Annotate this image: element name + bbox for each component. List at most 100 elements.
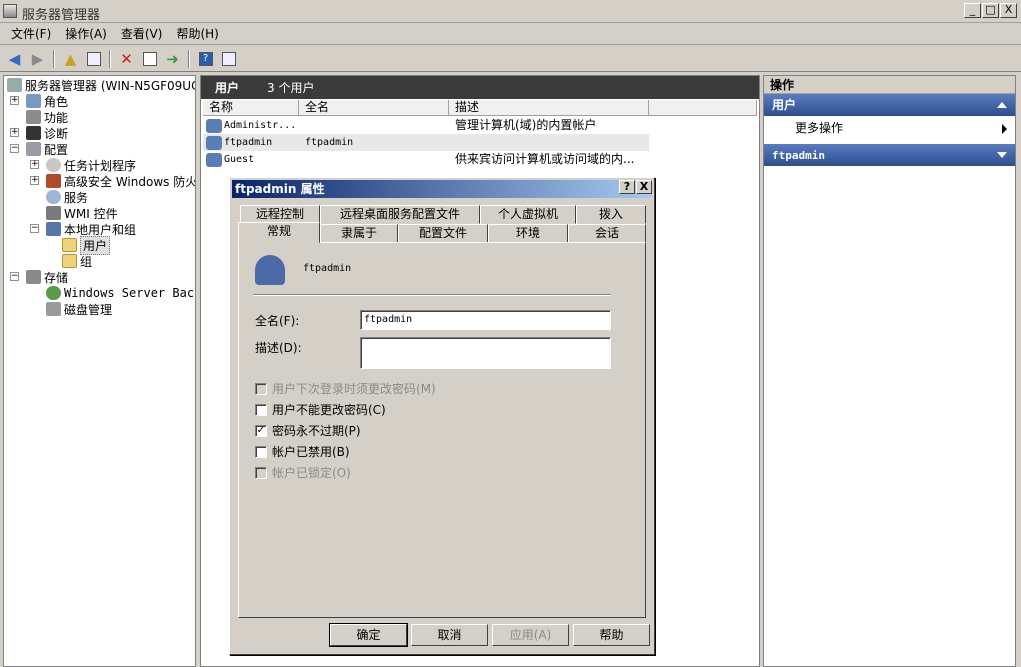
- pane-title: 用户: [215, 81, 240, 95]
- checkbox-box[interactable]: [255, 445, 267, 458]
- forward-icon[interactable]: ▶: [27, 49, 48, 69]
- menu-bar: 文件(F) 操作(A) 查看(V) 帮助(H): [0, 23, 1021, 45]
- tab-rds-profile[interactable]: 远程桌面服务配置文件: [320, 205, 480, 224]
- up-folder-icon[interactable]: ▲: [60, 49, 81, 69]
- checkbox-account-locked[interactable]: 帐户已锁定(O): [255, 464, 351, 481]
- more-actions-item[interactable]: 更多操作: [764, 116, 1015, 140]
- expand-icon[interactable]: +: [10, 96, 19, 105]
- apply-button[interactable]: 应用(A): [492, 624, 569, 646]
- checkbox-password-never-expires[interactable]: ✓ 密码永不过期(P): [255, 422, 361, 439]
- ok-button[interactable]: 确定: [329, 623, 408, 647]
- tree-node-diagnostics[interactable]: + 诊断: [8, 125, 68, 141]
- panel-icon[interactable]: [218, 49, 239, 69]
- checkbox-must-change-password[interactable]: 用户下次登录时须更改密码(M): [255, 380, 436, 397]
- clock-icon: [46, 158, 61, 172]
- tree-node-disk-mgmt[interactable]: 磁盘管理: [28, 301, 112, 317]
- disabled-user-icon: [206, 152, 222, 167]
- tab-general[interactable]: 常规: [238, 222, 320, 243]
- back-icon[interactable]: ◀: [4, 49, 25, 69]
- collapse-icon[interactable]: −: [10, 144, 19, 153]
- expand-icon[interactable]: +: [30, 176, 39, 185]
- tree-node-task-scheduler[interactable]: + 任务计划程序: [28, 157, 136, 173]
- tab-profile[interactable]: 配置文件: [398, 224, 488, 243]
- collapse-section-icon[interactable]: [997, 102, 1007, 108]
- dialog-titlebar: ftpadmin 属性: [232, 180, 652, 198]
- export-icon[interactable]: ➜: [162, 49, 183, 69]
- server-manager-icon: [3, 4, 17, 18]
- actions-section-ftpadmin[interactable]: ftpadmin: [764, 144, 1015, 166]
- delete-icon[interactable]: ✕: [116, 49, 137, 69]
- description-field[interactable]: [360, 337, 611, 369]
- users-group-icon: [46, 222, 61, 236]
- tab-session[interactable]: 会话: [568, 224, 646, 243]
- backup-icon: [46, 286, 61, 300]
- services-icon: [46, 190, 61, 204]
- tab-member-of[interactable]: 隶属于: [320, 224, 398, 243]
- tree-node-users[interactable]: 用户: [62, 235, 111, 255]
- tree-node-root[interactable]: 服务器管理器 (WIN-N5GF09UCGF: [7, 77, 195, 93]
- table-row[interactable]: Administr... 管理计算机(域)的内置帐户: [203, 117, 649, 134]
- window-controls: _ □ X: [964, 3, 1017, 18]
- user-icon: [206, 118, 222, 133]
- tree-node-firewall[interactable]: + 高级安全 Windows 防火墙: [28, 173, 195, 189]
- tree-node-services[interactable]: 服务: [28, 189, 88, 205]
- actions-section-users[interactable]: 用户: [764, 94, 1015, 116]
- properties-dialog: ftpadmin 属性 ? X 远程控制 远程桌面服务配置文件 个人虚拟机 拨入…: [229, 177, 655, 655]
- checkbox-box[interactable]: [255, 403, 267, 416]
- wmi-icon: [46, 206, 61, 220]
- column-header-fullname[interactable]: 全名: [299, 100, 449, 116]
- table-row[interactable]: ftpadmin ftpadmin: [203, 134, 649, 151]
- help-icon[interactable]: ?: [195, 49, 216, 69]
- tree-node-configuration[interactable]: − 配置: [8, 141, 68, 157]
- checkbox-cannot-change-password[interactable]: 用户不能更改密码(C): [255, 401, 386, 418]
- checkbox-box[interactable]: [255, 466, 267, 479]
- tree-node-groups[interactable]: 组: [62, 253, 92, 269]
- menu-help[interactable]: 帮助(H): [169, 25, 225, 42]
- tree-node-roles[interactable]: + 角色: [8, 93, 68, 109]
- minimize-button[interactable]: _: [964, 3, 981, 18]
- firewall-icon: [46, 174, 61, 188]
- tab-environment[interactable]: 环境: [488, 224, 568, 243]
- tree-node-features[interactable]: 功能: [8, 109, 68, 125]
- check-mark-icon[interactable]: ✓: [255, 424, 267, 437]
- collapse-icon[interactable]: −: [10, 272, 19, 281]
- column-header-description[interactable]: 描述: [449, 100, 649, 116]
- expand-icon[interactable]: +: [10, 128, 19, 137]
- collapse-icon[interactable]: −: [30, 224, 39, 233]
- close-button[interactable]: X: [1000, 3, 1017, 18]
- fullname-field[interactable]: ftpadmin: [360, 310, 611, 330]
- show-hide-tree-icon[interactable]: [83, 49, 104, 69]
- cancel-button[interactable]: 取消: [411, 624, 488, 646]
- pane-header: 用户 3 个用户: [201, 76, 759, 99]
- checkbox-account-disabled[interactable]: 帐户已禁用(B): [255, 443, 350, 460]
- folder-icon: [62, 254, 77, 268]
- dialog-help-button[interactable]: ?: [619, 180, 635, 194]
- tree-node-wmi[interactable]: WMI 控件: [28, 205, 118, 221]
- properties-icon[interactable]: [139, 49, 160, 69]
- dialog-close-button[interactable]: X: [636, 180, 652, 194]
- expand-section-icon[interactable]: [997, 152, 1007, 158]
- column-header-empty: [649, 100, 757, 116]
- toolbar-separator: [109, 49, 111, 68]
- expand-icon[interactable]: +: [30, 160, 39, 169]
- menu-file[interactable]: 文件(F): [4, 25, 58, 42]
- features-icon: [26, 110, 41, 124]
- divider: [253, 294, 611, 296]
- checkbox-box[interactable]: [255, 382, 267, 395]
- menu-view[interactable]: 查看(V): [114, 25, 170, 42]
- tab-personal-vm[interactable]: 个人虚拟机: [480, 205, 576, 224]
- fullname-label: 全名(F):: [255, 314, 300, 328]
- tree-node-storage[interactable]: − 存储: [8, 269, 68, 285]
- configuration-icon: [26, 142, 41, 156]
- tree-node-backup[interactable]: Windows Server Backup: [28, 285, 195, 301]
- maximize-button[interactable]: □: [982, 3, 999, 18]
- tab-dial-in[interactable]: 拨入: [576, 205, 646, 224]
- actions-pane: 操作 用户 更多操作 ftpadmin: [763, 75, 1016, 667]
- menu-action[interactable]: 操作(A): [58, 25, 114, 42]
- table-row[interactable]: Guest 供来宾访问计算机或访问域的内...: [203, 151, 649, 168]
- help-button[interactable]: 帮助: [573, 624, 650, 646]
- window-titlebar: 服务器管理器 _ □ X: [0, 0, 1021, 23]
- window-title: 服务器管理器: [22, 8, 101, 23]
- column-header-name[interactable]: 名称: [203, 100, 299, 116]
- roles-icon: [26, 94, 41, 108]
